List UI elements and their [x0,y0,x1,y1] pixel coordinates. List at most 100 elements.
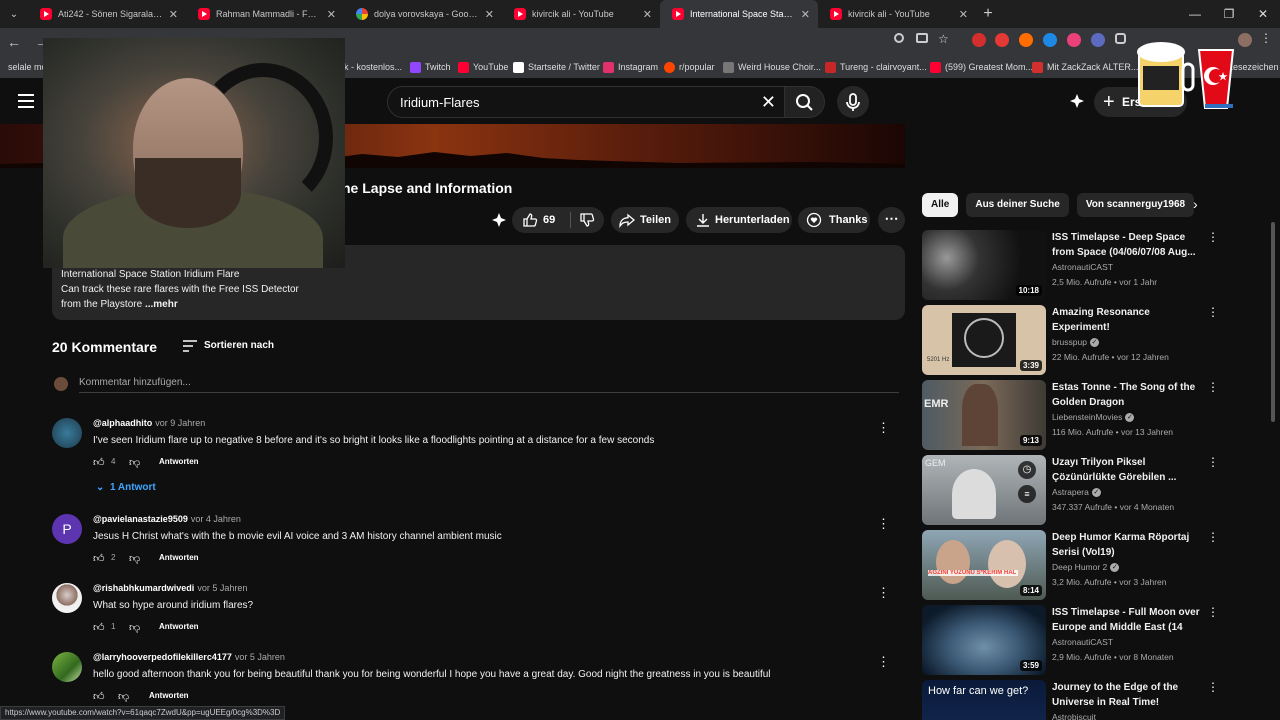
channel-name[interactable]: brusspup ✓ [1052,337,1099,348]
video-thumbnail[interactable]: 3:59 [922,605,1046,675]
extension-icon[interactable] [1019,33,1033,47]
browser-tab[interactable]: Rahman Mammadli - Full Perfo ✕ [186,0,344,28]
video-menu-icon[interactable]: ⋮ [1207,680,1219,694]
bookmark-item[interactable]: Startseite / Twitter [513,56,600,78]
video-menu-icon[interactable]: ⋮ [1207,530,1219,544]
bookmark-item[interactable]: k - kostenlos... [344,56,402,78]
comment-author[interactable]: @pavielanastazie9509 vor 4 Jahren [93,514,241,524]
chip-all[interactable]: Alle [922,193,959,217]
recommended-video[interactable]: GEM ◷ ≡ Uzayı Trilyon Piksel Çözünürlükt… [922,455,1222,525]
tab-search-chevron-icon[interactable]: ⌄ [0,9,28,20]
recommended-video[interactable]: 3:59 ISS Timelapse - Full Moon over Euro… [922,605,1222,675]
bookmark-item[interactable]: Twitch [410,56,451,78]
extension-icon[interactable] [1043,33,1057,47]
browser-tab[interactable]: Ati242 - Sönen Sigaralar [Offici ✕ [28,0,186,28]
extensions-puzzle-icon[interactable] [1115,33,1126,44]
page-scrollbar[interactable] [1271,222,1275,422]
sparkle-icon[interactable] [1069,93,1085,109]
thumbs-down-icon[interactable]: 👎︎ [118,690,129,703]
bookmark-star-icon[interactable]: ☆ [938,32,949,46]
comment-author[interactable]: @alphaadhito vor 9 Jahren [93,418,205,428]
back-arrow-icon[interactable]: ← [0,34,28,50]
add-comment-input[interactable]: Kommentar hinzufügen... [79,377,899,393]
dislike-button[interactable] [572,207,604,233]
video-menu-icon[interactable]: ⋮ [1207,455,1219,469]
clear-search-icon[interactable]: ✕ [761,92,776,113]
bookmark-item[interactable]: YouTube [458,56,508,78]
video-thumbnail[interactable]: 5201 Hz 3:39 [922,305,1046,375]
recommended-video[interactable]: AĞZINI YÜZÜNÜ S*KERIM HAL 8:14 Deep Humo… [922,530,1222,600]
close-tab-icon[interactable]: ✕ [485,8,494,21]
video-title[interactable]: Amazing Resonance Experiment! [1052,305,1204,335]
video-thumbnail[interactable]: AĞZINI YÜZÜNÜ S*KERIM HAL 8:14 [922,530,1046,600]
browser-tab[interactable]: dolya vorovskaya - Google Suc ✕ [344,0,502,28]
video-thumbnail[interactable]: How far can we get? [922,680,1046,720]
bookmark-item[interactable]: Weird House Choir... [723,56,821,78]
video-thumbnail[interactable]: 10:18 [922,230,1046,300]
video-title[interactable]: Uzayı Trilyon Piksel Çözünürlükte Görebi… [1052,455,1204,485]
recommended-video[interactable]: EMR 9:13 Estas Tonne - The Song of the G… [922,380,1222,450]
show-more-link[interactable]: ...mehr [145,299,178,310]
thumbs-up-icon[interactable]: 👍︎ [93,690,105,703]
video-title[interactable]: Journey to the Edge of the Universe in R… [1052,680,1204,710]
zoom-icon[interactable] [894,33,904,43]
video-thumbnail[interactable]: EMR 9:13 [922,380,1046,450]
channel-name[interactable]: AstronautiCAST [1052,637,1113,647]
close-window-icon[interactable]: ✕ [1246,0,1280,28]
extension-icon[interactable] [1091,33,1105,47]
comment-menu-icon[interactable]: ⋮ [877,420,890,436]
browser-menu-icon[interactable]: ⋮ [1260,31,1272,45]
search-box[interactable]: ✕ [387,86,785,118]
thanks-button[interactable]: Thanks [798,207,870,233]
thumbs-up-icon[interactable]: 👍︎ [93,552,105,565]
video-thumbnail[interactable]: GEM ◷ ≡ [922,455,1046,525]
share-button[interactable]: Teilen [611,207,679,233]
bookmark-item[interactable]: r/popular [664,56,715,78]
bookmark-item[interactable]: Mit ZackZack ALTER... [1032,56,1138,78]
more-actions-icon[interactable]: ⋯ [878,207,905,233]
video-title[interactable]: ISS Timelapse - Deep Space from Space (0… [1052,230,1204,260]
search-input[interactable] [400,87,740,117]
minimize-icon[interactable]: — [1178,0,1212,28]
video-title[interactable]: ISS Timelapse - Full Moon over Europe an… [1052,605,1204,635]
close-tab-icon[interactable]: ✕ [643,8,652,21]
reply-button[interactable]: Antworten [159,457,199,466]
browser-tab[interactable]: kivircik ali - YouTube ✕ [818,0,976,28]
channel-name[interactable]: Astrapera ✓ [1052,487,1101,498]
sparkle-icon[interactable] [491,212,507,228]
bookmark-item[interactable]: (599) Greatest Mom... [930,56,1033,78]
recommended-video[interactable]: How far can we get? Journey to the Edge … [922,680,1222,720]
comment-menu-icon[interactable]: ⋮ [877,654,890,670]
browser-tab-active[interactable]: International Space Station Iridi ✕ [660,0,818,28]
comment-menu-icon[interactable]: ⋮ [877,516,890,532]
thumbs-up-icon[interactable]: 👍︎ [93,456,105,469]
close-tab-icon[interactable]: ✕ [169,8,178,21]
video-menu-icon[interactable]: ⋮ [1207,380,1219,394]
video-title[interactable]: Estas Tonne - The Song of the Golden Dra… [1052,380,1204,410]
bookmark-item[interactable]: selale mo [8,56,47,78]
video-menu-icon[interactable]: ⋮ [1207,605,1219,619]
recommended-video[interactable]: 5201 Hz 3:39 Amazing Resonance Experimen… [922,305,1222,375]
video-title[interactable]: Deep Humor Karma Röportaj Serisi (Vol19) [1052,530,1204,560]
channel-name[interactable]: LiebensteinMovies ✓ [1052,412,1135,423]
like-button[interactable]: 69 [512,207,568,233]
new-tab-button[interactable]: + [976,5,1000,23]
reply-button[interactable]: Antworten [159,622,199,631]
download-button[interactable]: Herunterladen [686,207,792,233]
close-tab-icon[interactable]: ✕ [959,8,968,21]
menu-icon[interactable] [18,94,34,108]
close-tab-icon[interactable]: ✕ [801,8,810,21]
comment-menu-icon[interactable]: ⋮ [877,585,890,601]
recommended-video[interactable]: 10:18 ISS Timelapse - Deep Space from Sp… [922,230,1222,300]
extension-icon[interactable] [995,33,1009,47]
extension-icon[interactable] [1067,33,1081,47]
sort-comments-button[interactable]: Sortieren nach [182,339,274,353]
comment-author[interactable]: @rishabhkumardwivedi vor 5 Jahren [93,583,247,593]
install-app-icon[interactable] [916,33,928,43]
comment-author[interactable]: @larryhooverpedofilekillerc4177 vor 5 Jah… [93,652,285,662]
thumbs-down-icon[interactable]: 👎︎ [129,456,140,469]
restore-icon[interactable]: ❐ [1212,0,1246,28]
close-tab-icon[interactable]: ✕ [327,8,336,21]
watch-later-icon[interactable]: ◷ [1018,461,1036,479]
extension-icon[interactable] [972,33,986,47]
